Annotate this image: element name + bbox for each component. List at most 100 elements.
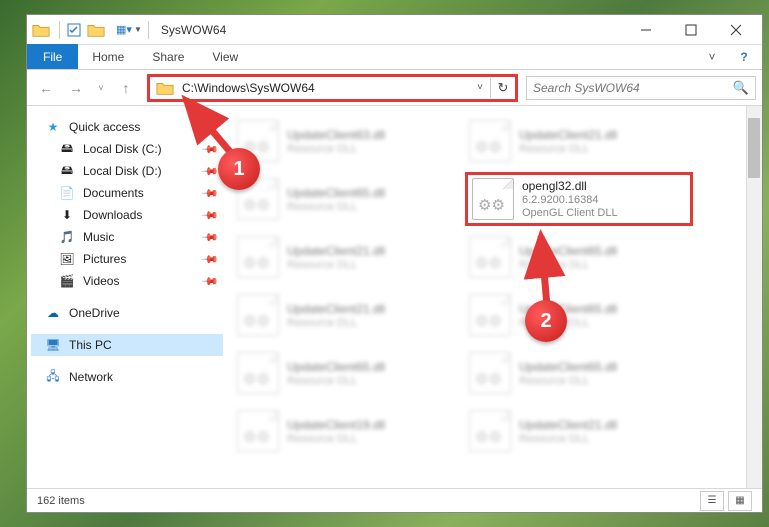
- dll-file-icon: ⚙⚙: [237, 352, 279, 394]
- view-tab[interactable]: View: [198, 44, 252, 69]
- pin-icon: 📌: [201, 206, 220, 225]
- file-subtitle: Resource DLL: [287, 317, 385, 329]
- sidebar-item[interactable]: 📄Documents📌: [31, 182, 223, 204]
- pic-icon: 🖼: [59, 251, 75, 267]
- file-name: UpdateClient19.dll: [287, 418, 385, 432]
- doc-icon: 📄: [59, 185, 75, 201]
- file-item[interactable]: ⚙⚙ UpdateClient21.dll Resource DLL: [465, 404, 693, 458]
- file-item[interactable]: ⚙⚙ UpdateClient63.dll Resource DLL: [233, 114, 461, 168]
- pin-icon: 📌: [201, 228, 220, 247]
- window-title: SysWOW64: [161, 23, 623, 37]
- forward-button[interactable]: →: [63, 75, 89, 101]
- sidebar-item[interactable]: 🖴Local Disk (D:)📌: [31, 160, 223, 182]
- dll-file-icon: ⚙⚙: [237, 236, 279, 278]
- file-item[interactable]: ⚙⚙ UpdateClient65.dll Resource DLL: [465, 230, 693, 284]
- file-subtitle: Resource DLL: [519, 259, 617, 271]
- share-tab[interactable]: Share: [138, 44, 198, 69]
- dll-file-icon: ⚙⚙: [469, 120, 511, 162]
- folder-icon: [86, 21, 106, 39]
- quick-access-header[interactable]: ★ Quick access: [31, 116, 223, 138]
- minimize-button[interactable]: [623, 15, 668, 44]
- quick-access-toggle-icon[interactable]: [62, 19, 86, 41]
- file-item[interactable]: ⚙⚙ opengl32.dll 6.2.9200.16384 OpenGL Cl…: [465, 172, 693, 226]
- properties-icon[interactable]: ▦▾: [112, 19, 136, 41]
- file-description: OpenGL Client DLL: [522, 207, 618, 219]
- file-item[interactable]: ⚙⚙ UpdateClient65.dll Resource DLL: [465, 346, 693, 400]
- network-item[interactable]: 🖧 Network: [31, 366, 223, 388]
- sidebar-item[interactable]: 🖼Pictures📌: [31, 248, 223, 270]
- file-item[interactable]: ⚙⚙ UpdateClient65.dll Resource DLL: [233, 346, 461, 400]
- folder-icon: [31, 21, 51, 39]
- separator: [59, 21, 60, 39]
- file-item[interactable]: ⚙⚙ UpdateClient19.dll Resource DLL: [233, 404, 461, 458]
- file-name: UpdateClient21.dll: [519, 128, 617, 142]
- file-name: UpdateClient21.dll: [519, 418, 617, 432]
- help-icon[interactable]: ?: [732, 47, 756, 67]
- sidebar-item-label: Downloads: [83, 208, 142, 222]
- vid-icon: 🎬: [59, 273, 75, 289]
- sidebar-item[interactable]: 🎬Videos📌: [31, 270, 223, 292]
- navigation-bar: ← → ˅ ↑ C:\Windows\SysWOW64 ˅ ↻ 🔍: [27, 70, 762, 106]
- close-button[interactable]: [713, 15, 758, 44]
- file-item[interactable]: ⚙⚙ UpdateClient65.dll Resource DLL: [465, 288, 693, 342]
- search-icon[interactable]: 🔍: [733, 80, 749, 96]
- file-name: UpdateClient21.dll: [287, 302, 385, 316]
- sidebar-label: This PC: [69, 338, 112, 352]
- address-text[interactable]: C:\Windows\SysWOW64: [180, 81, 470, 95]
- pin-icon: 📌: [201, 250, 220, 269]
- up-button[interactable]: ↑: [113, 75, 139, 101]
- maximize-button[interactable]: [668, 15, 713, 44]
- file-item[interactable]: ⚙⚙ UpdateClient21.dll Resource DLL: [233, 230, 461, 284]
- details-view-button[interactable]: ☰: [700, 491, 724, 511]
- vertical-scrollbar[interactable]: [746, 106, 762, 488]
- refresh-button[interactable]: ↻: [491, 80, 515, 96]
- dll-file-icon: ⚙⚙: [472, 178, 514, 220]
- file-subtitle: Resource DLL: [287, 143, 385, 155]
- home-tab[interactable]: Home: [78, 44, 138, 69]
- this-pc-item[interactable]: 🖥 This PC: [31, 334, 223, 356]
- sidebar-label: Quick access: [69, 120, 140, 134]
- dll-file-icon: ⚙⚙: [469, 236, 511, 278]
- file-name: UpdateClient65.dll: [519, 360, 617, 374]
- file-subtitle: Resource DLL: [519, 433, 617, 445]
- dll-file-icon: ⚙⚙: [237, 294, 279, 336]
- file-item[interactable]: ⚙⚙ UpdateClient65.dll Resource DLL: [233, 172, 461, 226]
- pin-icon: 📌: [201, 162, 220, 181]
- back-button[interactable]: ←: [33, 75, 59, 101]
- qat-dropdown-icon[interactable]: ▼: [134, 25, 142, 34]
- file-tab[interactable]: File: [27, 44, 78, 69]
- drive-icon: 🖴: [59, 141, 75, 157]
- file-name: UpdateClient65.dll: [287, 186, 385, 200]
- scroll-thumb[interactable]: [748, 118, 760, 178]
- onedrive-item[interactable]: ☁ OneDrive: [31, 302, 223, 324]
- file-subtitle: Resource DLL: [287, 259, 385, 271]
- sidebar-item-label: Local Disk (C:): [83, 142, 162, 156]
- cloud-icon: ☁: [45, 305, 61, 321]
- expand-ribbon-icon[interactable]: ˅: [700, 47, 724, 67]
- file-name: UpdateClient65.dll: [287, 360, 385, 374]
- address-bar[interactable]: C:\Windows\SysWOW64 ˅ ↻: [147, 74, 518, 102]
- sidebar-item[interactable]: 🖴Local Disk (C:)📌: [31, 138, 223, 160]
- file-subtitle: Resource DLL: [519, 375, 617, 387]
- folder-icon: [154, 77, 176, 99]
- file-subtitle: Resource DLL: [287, 201, 385, 213]
- icons-view-button[interactable]: ▦: [728, 491, 752, 511]
- search-box[interactable]: 🔍: [526, 76, 756, 100]
- search-input[interactable]: [533, 81, 733, 95]
- file-subtitle: Resource DLL: [287, 433, 385, 445]
- file-subtitle: Resource DLL: [287, 375, 385, 387]
- file-subtitle: 6.2.9200.16384: [522, 194, 618, 206]
- file-item[interactable]: ⚙⚙ UpdateClient21.dll Resource DLL: [233, 288, 461, 342]
- separator: [148, 21, 149, 39]
- pin-icon: 📌: [201, 184, 220, 203]
- file-subtitle: Resource DLL: [519, 143, 617, 155]
- recent-locations-icon[interactable]: ˅: [93, 75, 109, 101]
- file-name: UpdateClient63.dll: [287, 128, 385, 142]
- file-item[interactable]: ⚙⚙ UpdateClient21.dll Resource DLL: [465, 114, 693, 168]
- sidebar-item[interactable]: ⬇Downloads📌: [31, 204, 223, 226]
- sidebar-item[interactable]: 🎵Music📌: [31, 226, 223, 248]
- sidebar-item-label: Videos: [83, 274, 119, 288]
- music-icon: 🎵: [59, 229, 75, 245]
- address-dropdown-icon[interactable]: ˅: [470, 82, 490, 93]
- explorer-window: ▦▾ ▼ SysWOW64 File Home Share View ˅ ? ←…: [26, 14, 763, 513]
